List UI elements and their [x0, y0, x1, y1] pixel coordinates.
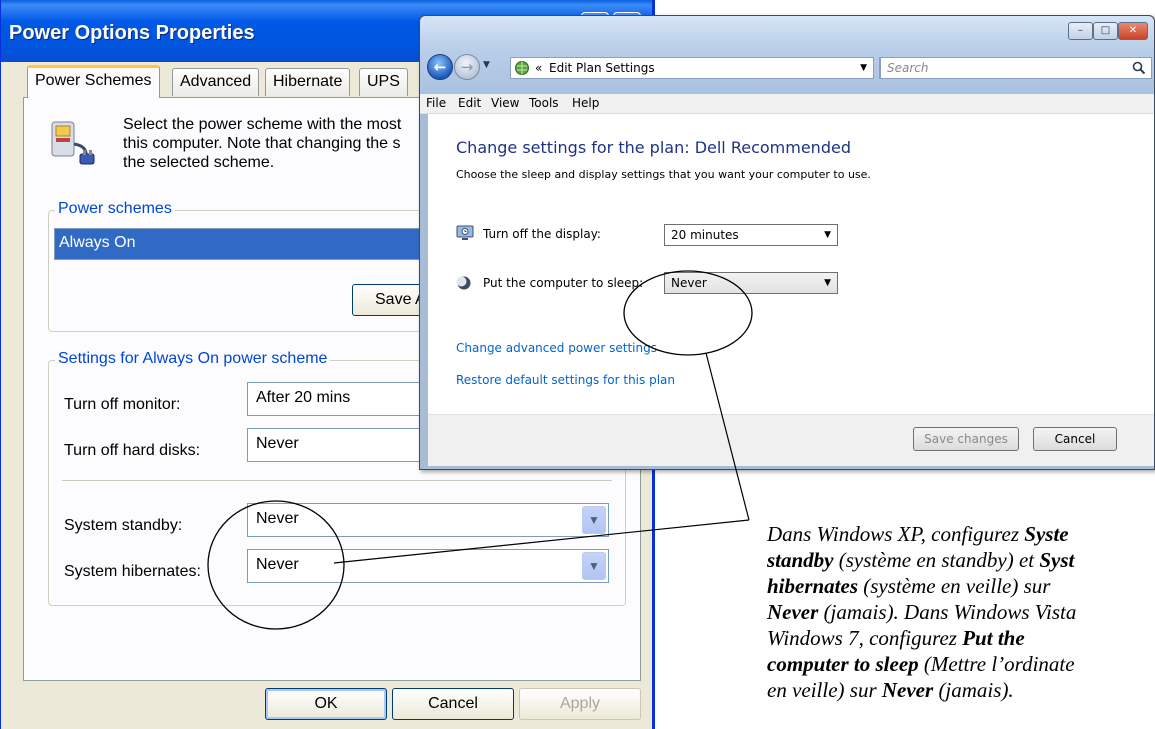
recent-pages-dropdown[interactable]: ▼ — [483, 60, 490, 70]
sleep-value: Never — [671, 276, 707, 290]
display-label: Turn off the display: — [483, 227, 601, 241]
hard-disks-value: Never — [256, 435, 299, 452]
globe-icon — [515, 61, 529, 75]
monitor-value: After 20 mins — [256, 389, 351, 406]
annotation-line: Windows 7, configurez Put the — [767, 626, 1025, 650]
cancel-button[interactable]: Cancel — [1033, 427, 1117, 451]
chevron-down-icon[interactable]: ▼ — [582, 552, 606, 580]
chevron-down-icon[interactable]: ▼ — [582, 506, 606, 534]
edit-plan-settings-window: – □ ✕ ← → ▼ « Edit Plan Settings ▼ ↹ Sea… — [419, 15, 1155, 470]
power-scheme-value: Always On — [59, 234, 136, 251]
monitor-label: Turn off monitor: — [64, 396, 181, 413]
menu-file[interactable]: File — [426, 96, 446, 110]
apply-button: Apply — [519, 688, 641, 720]
advanced-settings-link[interactable]: Change advanced power settings — [456, 341, 657, 355]
save-changes-button: Save changes — [913, 427, 1019, 451]
page-title: Change settings for the plan: Dell Recom… — [456, 138, 851, 157]
address-dropdown-icon[interactable]: ▼ — [860, 58, 867, 78]
standby-value: Never — [256, 510, 299, 527]
chevron-down-icon: ▼ — [824, 278, 831, 288]
address-text: Edit Plan Settings — [549, 61, 655, 75]
search-icon[interactable] — [1132, 61, 1146, 75]
menu-edit[interactable]: Edit — [458, 96, 481, 110]
hard-disks-label: Turn off hard disks: — [64, 442, 201, 459]
settings-legend: Settings for Always On power scheme — [55, 350, 331, 368]
display-value: 20 minutes — [671, 228, 739, 242]
breadcrumb-chevron[interactable]: « — [535, 58, 542, 78]
sleep-label: Put the computer to sleep: — [483, 276, 644, 290]
sleep-select[interactable]: Never ▼ — [664, 272, 838, 294]
display-select[interactable]: 20 minutes ▼ — [664, 224, 838, 246]
hibernate-select[interactable]: Never ▼ — [247, 549, 609, 583]
tab-advanced[interactable]: Advanced — [172, 68, 260, 96]
xp-window-title: Power Options Properties — [9, 22, 255, 44]
menu-view[interactable]: View — [491, 96, 519, 110]
standby-select[interactable]: Never ▼ — [247, 503, 609, 537]
intro-text-line3: the selected scheme. — [123, 154, 275, 171]
monitor-icon — [456, 225, 474, 240]
tab-power-schemes[interactable]: Power Schemes — [27, 65, 160, 98]
maximize-button[interactable]: □ — [1093, 22, 1118, 40]
vista-footer: Save changes Cancel — [428, 414, 1154, 466]
standby-label: System standby: — [64, 517, 183, 534]
annotation-line: computer to sleep (Mettre l’ordinate — [767, 652, 1075, 676]
annotation-line: en veille) sur Never (jamais). — [767, 678, 1014, 702]
annotation-line: hibernates (système en veille) sur — [767, 574, 1051, 598]
address-bar[interactable]: « Edit Plan Settings ▼ ↹ — [510, 57, 903, 79]
annotation-line: standby (système en standby) et Syst — [767, 548, 1075, 572]
forward-button[interactable]: → — [454, 54, 480, 80]
search-input[interactable]: Search — [880, 57, 1152, 79]
page-subtitle: Choose the sleep and display settings th… — [456, 168, 871, 181]
ok-button[interactable]: OK — [265, 688, 387, 720]
annotation-line: Dans Windows XP, configurez Syste — [767, 522, 1069, 546]
annotation-text: Dans Windows XP, configurez Syste standb… — [767, 521, 1155, 703]
restore-defaults-link[interactable]: Restore default settings for this plan — [456, 373, 675, 387]
moon-icon — [456, 276, 471, 290]
hibernate-value: Never — [256, 556, 299, 573]
power-plug-icon — [51, 121, 95, 165]
separator — [62, 480, 612, 482]
menu-bar: File Edit View Tools Help — [420, 94, 1154, 114]
vista-title-bar[interactable]: – □ ✕ ← → ▼ « Edit Plan Settings ▼ ↹ Sea… — [420, 16, 1154, 94]
close-button[interactable]: ✕ — [1118, 22, 1148, 40]
intro-text-line2: this computer. Note that changing the s — [123, 135, 401, 152]
cancel-button[interactable]: Cancel — [392, 688, 514, 720]
menu-tools[interactable]: Tools — [529, 96, 559, 110]
intro-text-line1: Select the power scheme with the most — [123, 116, 402, 133]
hibernate-label: System hibernates: — [64, 563, 201, 580]
power-schemes-legend: Power schemes — [55, 200, 175, 218]
minimize-button[interactable]: – — [1068, 22, 1093, 40]
tab-hibernate[interactable]: Hibernate — [265, 68, 351, 96]
search-placeholder: Search — [887, 61, 929, 75]
annotation-line: Never (jamais). Dans Windows Vista — [767, 600, 1077, 624]
menu-help[interactable]: Help — [572, 96, 599, 110]
chevron-down-icon: ▼ — [824, 230, 831, 240]
back-button[interactable]: ← — [427, 54, 453, 80]
tab-ups[interactable]: UPS — [359, 68, 408, 96]
